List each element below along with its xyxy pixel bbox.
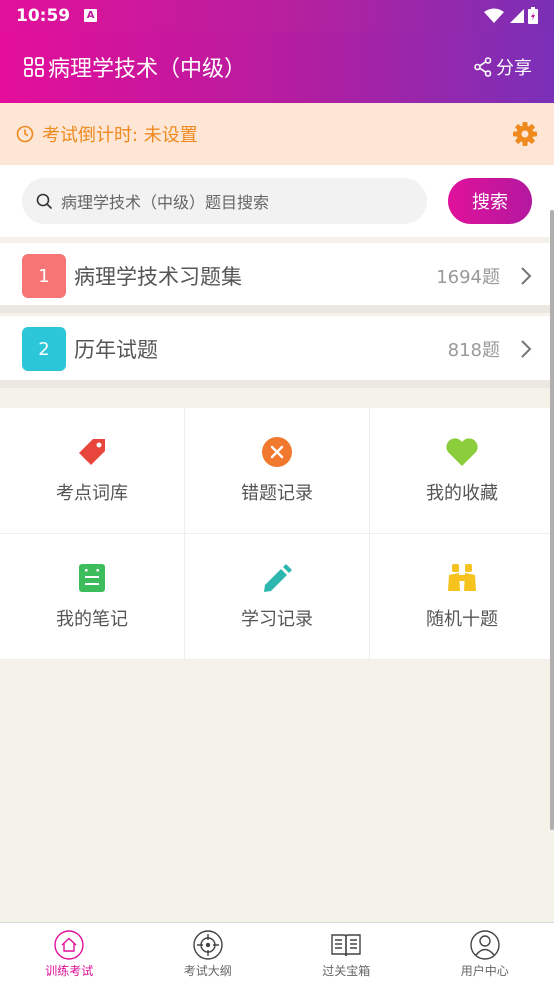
search-input[interactable]: 病理学技术（中级）题目搜索 <box>22 178 427 224</box>
grid-menu-icon[interactable] <box>24 57 44 77</box>
list-item-count: 818题 <box>447 340 500 361</box>
gear-icon[interactable] <box>512 121 538 147</box>
clock-icon <box>16 125 34 143</box>
heart-icon <box>446 437 478 466</box>
user-icon <box>470 930 500 960</box>
nav-training-exam[interactable]: 训练考试 <box>0 923 139 984</box>
grid-item-label: 考点词库 <box>56 482 128 504</box>
status-icons <box>484 7 538 24</box>
countdown-label: 考试倒计时: 未设置 <box>42 125 198 146</box>
list-item-past-exams[interactable]: 2 历年试题 818题 <box>0 316 554 382</box>
share-label: 分享 <box>496 58 532 79</box>
bottom-nav: 训练考试 考试大纲 过关宝箱 用户中心 <box>0 922 554 984</box>
tag-icon <box>79 438 105 465</box>
grid-item-keyword-library[interactable]: 考点词库 <box>0 408 185 534</box>
notification-badge: A <box>84 9 98 22</box>
search-icon <box>36 193 53 209</box>
search-placeholder: 病理学技术（中级）题目搜索 <box>61 193 270 212</box>
grid-item-notes[interactable]: 我的笔记 <box>0 534 185 660</box>
status-bar: 10:59 A <box>0 0 554 31</box>
grid-item-study-records[interactable]: 学习记录 <box>185 534 370 660</box>
page-title: 病理学技术（中级） <box>48 57 247 82</box>
nav-exam-outline[interactable]: 考试大纲 <box>139 923 278 984</box>
grid-item-favorites[interactable]: 我的收藏 <box>370 408 554 534</box>
search-button[interactable]: 搜索 <box>448 178 532 224</box>
grid-item-label: 随机十题 <box>426 608 498 630</box>
grid-item-label: 我的笔记 <box>56 608 128 630</box>
grid-item-random-ten[interactable]: 随机十题 <box>370 534 554 660</box>
home-icon <box>54 930 84 960</box>
scrollbar[interactable] <box>550 210 554 830</box>
nav-treasure-box[interactable]: 过关宝箱 <box>277 923 416 984</box>
divider <box>0 380 554 388</box>
note-icon <box>79 563 105 592</box>
list-item-name: 病理学技术习题集 <box>74 265 242 289</box>
chevron-right-icon <box>521 267 532 285</box>
nav-label: 用户中心 <box>460 964 509 978</box>
list-item-count: 1694题 <box>436 267 500 288</box>
share-button[interactable]: 分享 <box>474 54 532 80</box>
countdown-bar: 考试倒计时: 未设置 <box>0 103 554 165</box>
pencil-icon <box>264 563 292 592</box>
book-icon <box>331 934 361 957</box>
search-area: 病理学技术（中级）题目搜索 搜索 <box>0 165 554 237</box>
nav-user-center[interactable]: 用户中心 <box>416 923 554 984</box>
close-circle-icon <box>262 436 292 467</box>
list-number-badge: 1 <box>22 254 66 298</box>
binoculars-icon <box>448 563 476 591</box>
battery-icon <box>528 7 538 24</box>
list-item-exercises[interactable]: 1 病理学技术习题集 1694题 <box>0 243 554 309</box>
nav-label: 训练考试 <box>45 964 94 978</box>
grid-item-label: 错题记录 <box>241 482 313 504</box>
status-time: 10:59 <box>16 5 71 26</box>
target-icon <box>193 930 223 960</box>
chevron-right-icon <box>521 340 532 358</box>
app-bar: 病理学技术（中级） 分享 <box>0 31 554 103</box>
divider <box>0 305 554 313</box>
list-number-badge: 2 <box>22 327 66 371</box>
nav-label: 考试大纲 <box>183 964 232 978</box>
signal-icon <box>510 8 524 23</box>
share-icon <box>474 57 492 77</box>
grid-item-label: 学习记录 <box>241 608 313 630</box>
list-item-name: 历年试题 <box>74 338 158 362</box>
feature-grid: 考点词库 错题记录 我的收藏 我的笔记 学习记录 随机十题 <box>0 408 554 660</box>
nav-label: 过关宝箱 <box>322 964 371 978</box>
wifi-icon <box>484 8 504 23</box>
grid-item-label: 我的收藏 <box>426 482 498 504</box>
grid-item-wrong-answers[interactable]: 错题记录 <box>185 408 370 534</box>
